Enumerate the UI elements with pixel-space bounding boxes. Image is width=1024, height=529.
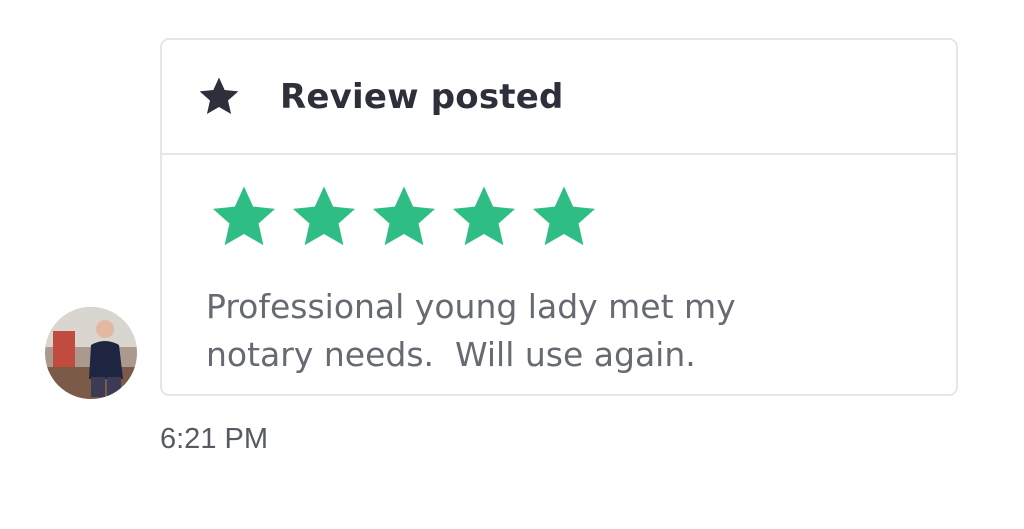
star-rating — [208, 182, 600, 254]
rating-star-icon — [292, 186, 356, 246]
review-text: Professional young lady met my notary ne… — [206, 287, 736, 374]
rating-star-icon — [212, 186, 276, 246]
user-photo — [45, 307, 137, 399]
rating-star-icon — [452, 186, 516, 246]
message-timestamp: 6:21 PM — [160, 423, 268, 455]
review-card[interactable]: Review posted Professional young lady me… — [160, 38, 958, 396]
rating-star-icon — [372, 186, 436, 246]
card-header: Review posted — [162, 40, 956, 155]
star-icon — [199, 76, 239, 114]
avatar[interactable] — [45, 307, 137, 399]
rating-star-icon — [532, 186, 596, 246]
card-title: Review posted — [280, 76, 564, 117]
